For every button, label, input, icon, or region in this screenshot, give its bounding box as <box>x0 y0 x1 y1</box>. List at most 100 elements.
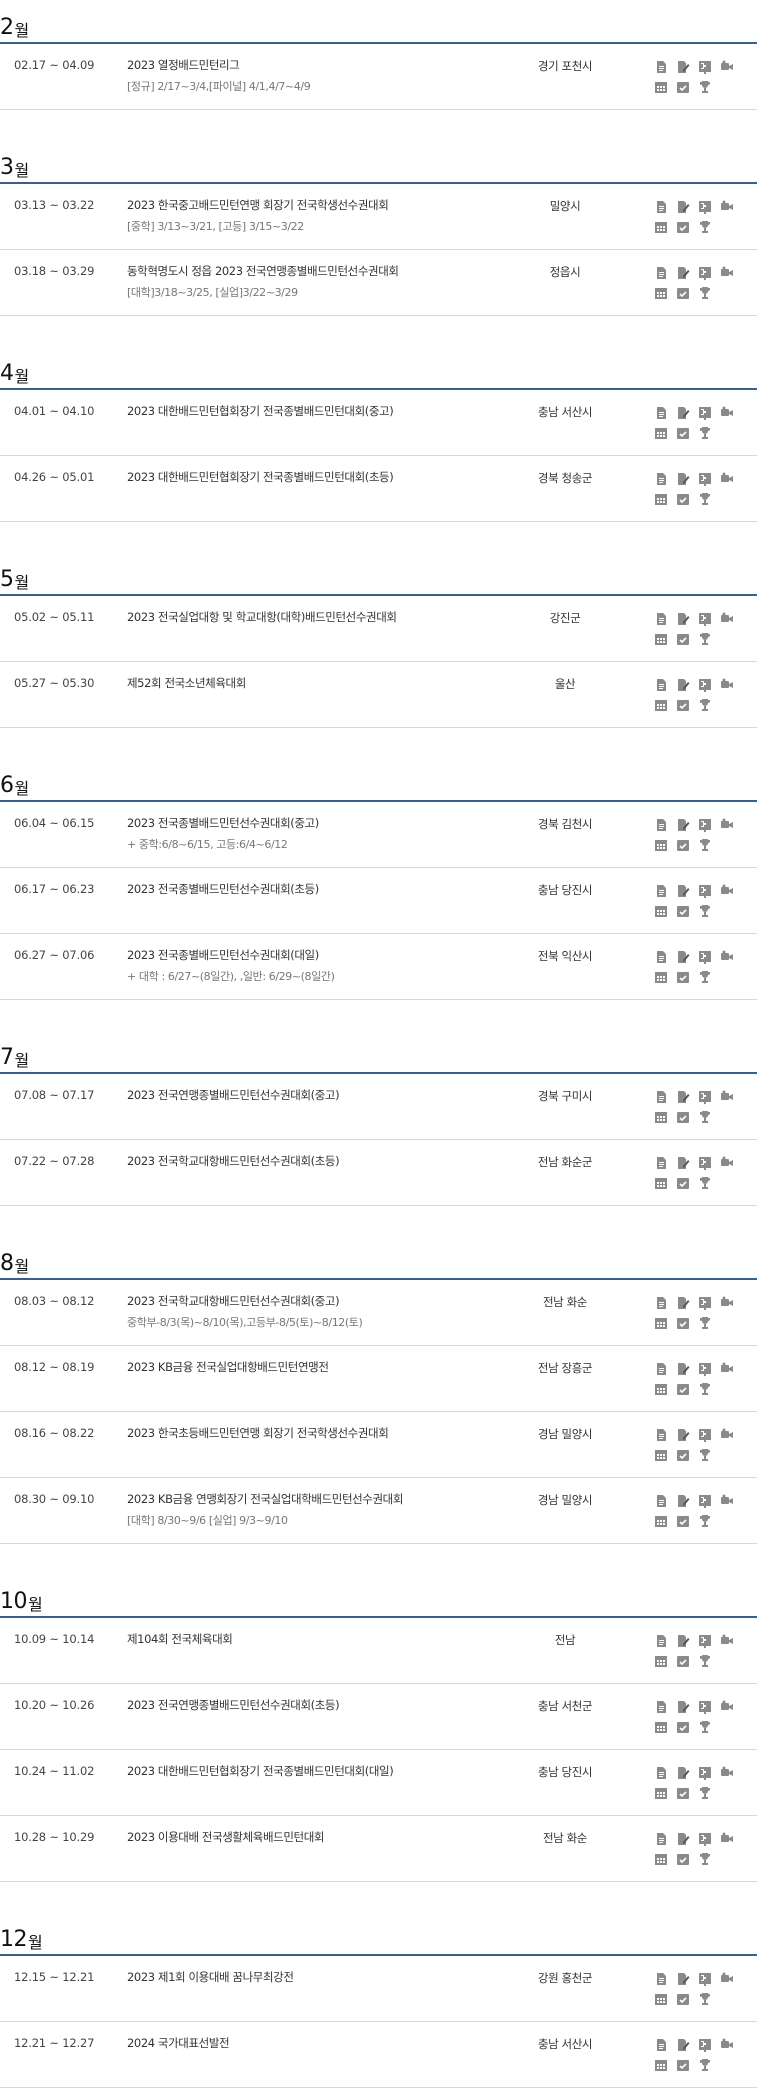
video-icon[interactable] <box>718 1492 736 1510</box>
check-calendar-icon[interactable] <box>674 2056 692 2074</box>
event-name[interactable]: 2023 한국중고배드민턴연맹 회장기 전국학생선수권대회 <box>127 197 389 213</box>
document-icon[interactable] <box>652 1492 670 1510</box>
trophy-icon[interactable] <box>696 1850 714 1868</box>
calendar-icon[interactable] <box>652 696 670 714</box>
event-name[interactable]: 2023 이용대배 전국생활체육배드민턴대회 <box>127 1829 324 1845</box>
calendar-icon[interactable] <box>652 1718 670 1736</box>
bracket-icon[interactable] <box>696 882 714 900</box>
calendar-icon[interactable] <box>652 630 670 648</box>
event-name[interactable]: 제104회 전국체육대회 <box>127 1631 233 1647</box>
edit-icon[interactable] <box>674 1970 692 1988</box>
trophy-icon[interactable] <box>696 1380 714 1398</box>
trophy-icon[interactable] <box>696 424 714 442</box>
trophy-icon[interactable] <box>696 284 714 302</box>
check-calendar-icon[interactable] <box>674 836 692 854</box>
check-calendar-icon[interactable] <box>674 1784 692 1802</box>
document-icon[interactable] <box>652 948 670 966</box>
event-name[interactable]: 2023 전국연맹종별배드민턴선수권대회(초등) <box>127 1697 340 1713</box>
video-icon[interactable] <box>718 2036 736 2054</box>
edit-icon[interactable] <box>674 2036 692 2054</box>
trophy-icon[interactable] <box>696 1174 714 1192</box>
document-icon[interactable] <box>652 816 670 834</box>
bracket-icon[interactable] <box>696 1970 714 1988</box>
calendar-icon[interactable] <box>652 284 670 302</box>
check-calendar-icon[interactable] <box>674 490 692 508</box>
document-icon[interactable] <box>652 1294 670 1312</box>
document-icon[interactable] <box>652 1830 670 1848</box>
calendar-icon[interactable] <box>652 78 670 96</box>
trophy-icon[interactable] <box>696 836 714 854</box>
bracket-icon[interactable] <box>696 676 714 694</box>
check-calendar-icon[interactable] <box>674 218 692 236</box>
bracket-icon[interactable] <box>696 198 714 216</box>
check-calendar-icon[interactable] <box>674 1108 692 1126</box>
check-calendar-icon[interactable] <box>674 1380 692 1398</box>
document-icon[interactable] <box>652 676 670 694</box>
check-calendar-icon[interactable] <box>674 1850 692 1868</box>
calendar-icon[interactable] <box>652 490 670 508</box>
bracket-icon[interactable] <box>696 2036 714 2054</box>
edit-icon[interactable] <box>674 1426 692 1444</box>
event-name[interactable]: 2023 전국실업대항 및 학교대항(대학)배드민턴선수권대회 <box>127 609 397 625</box>
bracket-icon[interactable] <box>696 470 714 488</box>
edit-icon[interactable] <box>674 1360 692 1378</box>
edit-icon[interactable] <box>674 1088 692 1106</box>
video-icon[interactable] <box>718 882 736 900</box>
event-name[interactable]: 2023 전국학교대항배드민턴선수권대회(초등) <box>127 1153 340 1169</box>
edit-icon[interactable] <box>674 1294 692 1312</box>
event-name[interactable]: 2023 KB금융 전국실업대항배드민턴연맹전 <box>127 1359 329 1375</box>
trophy-icon[interactable] <box>696 630 714 648</box>
document-icon[interactable] <box>652 2036 670 2054</box>
video-icon[interactable] <box>718 1426 736 1444</box>
bracket-icon[interactable] <box>696 1764 714 1782</box>
calendar-icon[interactable] <box>652 218 670 236</box>
video-icon[interactable] <box>718 58 736 76</box>
calendar-icon[interactable] <box>652 836 670 854</box>
video-icon[interactable] <box>718 1088 736 1106</box>
edit-icon[interactable] <box>674 1698 692 1716</box>
video-icon[interactable] <box>718 676 736 694</box>
document-icon[interactable] <box>652 1632 670 1650</box>
video-icon[interactable] <box>718 1764 736 1782</box>
check-calendar-icon[interactable] <box>674 696 692 714</box>
check-calendar-icon[interactable] <box>674 1652 692 1670</box>
video-icon[interactable] <box>718 470 736 488</box>
document-icon[interactable] <box>652 198 670 216</box>
document-icon[interactable] <box>652 1154 670 1172</box>
event-name[interactable]: 2023 제1회 이용대배 꿈나무최강전 <box>127 1969 294 1985</box>
video-icon[interactable] <box>718 198 736 216</box>
bracket-icon[interactable] <box>696 1294 714 1312</box>
edit-icon[interactable] <box>674 198 692 216</box>
calendar-icon[interactable] <box>652 1512 670 1530</box>
document-icon[interactable] <box>652 1698 670 1716</box>
edit-icon[interactable] <box>674 676 692 694</box>
edit-icon[interactable] <box>674 1764 692 1782</box>
trophy-icon[interactable] <box>696 1446 714 1464</box>
check-calendar-icon[interactable] <box>674 1512 692 1530</box>
trophy-icon[interactable] <box>696 902 714 920</box>
bracket-icon[interactable] <box>696 58 714 76</box>
document-icon[interactable] <box>652 404 670 422</box>
bracket-icon[interactable] <box>696 816 714 834</box>
document-icon[interactable] <box>652 1088 670 1106</box>
document-icon[interactable] <box>652 1426 670 1444</box>
event-name[interactable]: 2024 국가대표선발전 <box>127 2035 230 2051</box>
trophy-icon[interactable] <box>696 1108 714 1126</box>
video-icon[interactable] <box>718 816 736 834</box>
video-icon[interactable] <box>718 1830 736 1848</box>
document-icon[interactable] <box>652 470 670 488</box>
video-icon[interactable] <box>718 1632 736 1650</box>
document-icon[interactable] <box>652 264 670 282</box>
trophy-icon[interactable] <box>696 696 714 714</box>
trophy-icon[interactable] <box>696 78 714 96</box>
event-name[interactable]: 2023 열정배드민턴리그 <box>127 57 240 73</box>
video-icon[interactable] <box>718 1970 736 1988</box>
calendar-icon[interactable] <box>652 1652 670 1670</box>
calendar-icon[interactable] <box>652 1380 670 1398</box>
event-name[interactable]: 2023 전국종별배드민턴선수권대회(대일) <box>127 947 319 963</box>
calendar-icon[interactable] <box>652 1314 670 1332</box>
edit-icon[interactable] <box>674 882 692 900</box>
calendar-icon[interactable] <box>652 1990 670 2008</box>
calendar-icon[interactable] <box>652 1850 670 1868</box>
document-icon[interactable] <box>652 1764 670 1782</box>
